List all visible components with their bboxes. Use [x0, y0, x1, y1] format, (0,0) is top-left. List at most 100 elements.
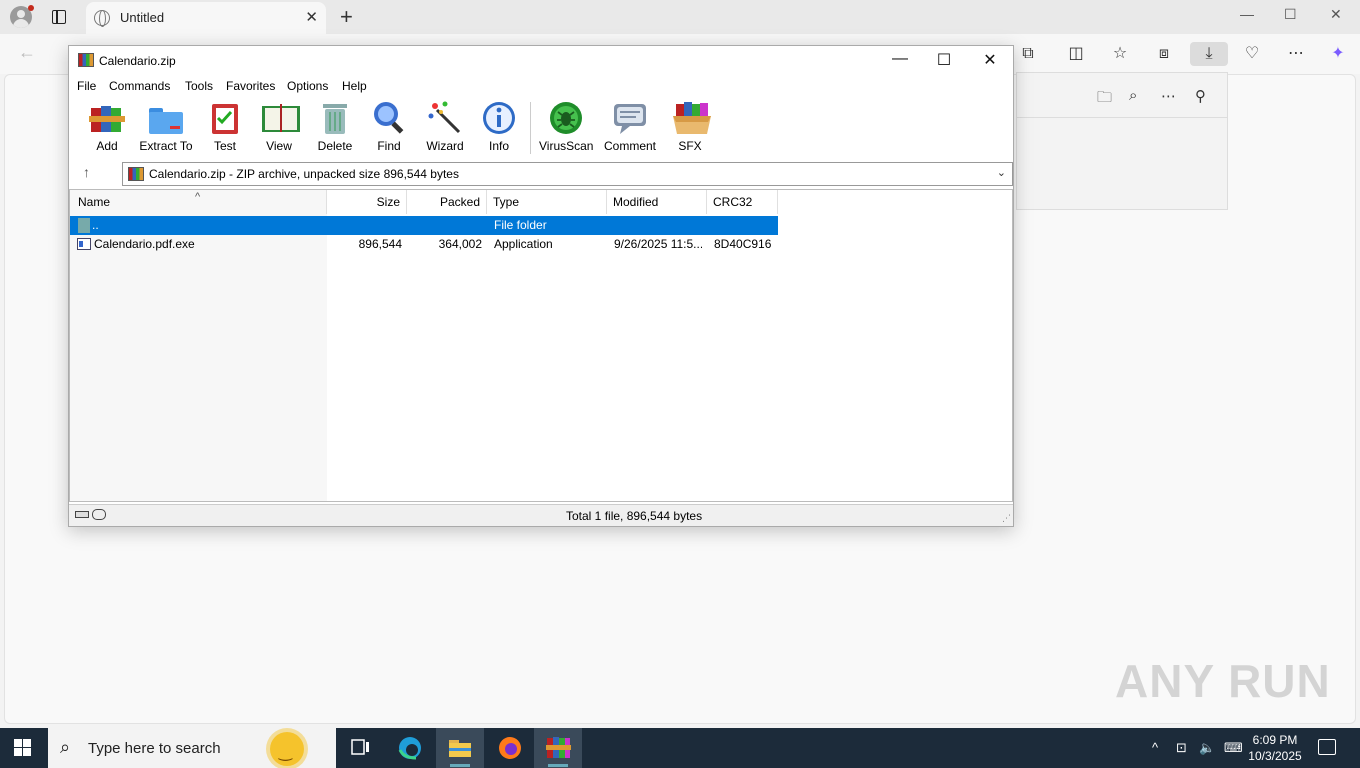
show-hidden-icons-chevron-icon[interactable]: ^	[1152, 740, 1158, 755]
open-folder-icon[interactable]: 🗀	[1097, 87, 1112, 112]
browser-tab[interactable]: Untitled ✕	[86, 2, 326, 34]
start-button[interactable]	[14, 739, 32, 757]
new-tab-button[interactable]: +	[340, 4, 353, 30]
extract-to-button[interactable]: Extract To	[139, 100, 193, 156]
divider	[1017, 117, 1227, 118]
close-button[interactable]: ✕	[967, 50, 1013, 70]
find-button[interactable]: Find	[369, 100, 409, 156]
column-header-size[interactable]: Size	[327, 190, 407, 214]
clock-date: 10/3/2025	[1248, 749, 1302, 763]
file-explorer-taskbar-icon[interactable]	[436, 728, 484, 768]
extensions-icon[interactable]: ⧉	[1016, 42, 1040, 66]
menu-favorites[interactable]: Favorites	[226, 79, 275, 93]
minimize-button[interactable]: —	[1240, 6, 1254, 22]
collections-icon[interactable]: ⧈	[1152, 42, 1176, 66]
tab-actions-icon[interactable]	[52, 10, 66, 24]
winrar-taskbar-icon[interactable]	[534, 728, 582, 768]
browser-essentials-icon[interactable]: ♡	[1240, 42, 1264, 66]
favorites-icon[interactable]: ☆	[1108, 42, 1132, 66]
column-header-name[interactable]: Name ^	[70, 190, 327, 214]
task-view-button[interactable]	[336, 728, 384, 768]
anyrun-watermark: ANY RUN	[1115, 655, 1331, 707]
address-bar: ↑ Calendario.zip - ZIP archive, unpacked…	[69, 161, 1013, 187]
magic-wand-icon	[427, 100, 463, 136]
network-status-icon[interactable]: ⊡	[1176, 740, 1187, 756]
minimize-button[interactable]: —	[877, 50, 923, 68]
search-highlight-sun-icon[interactable]	[270, 732, 304, 766]
add-archive-icon	[89, 100, 125, 136]
system-clock[interactable]: 6:09 PM 10/3/2025	[1248, 732, 1302, 764]
window-title: Calendario.zip	[99, 54, 176, 68]
status-text: Total 1 file, 896,544 bytes	[566, 509, 703, 523]
list-item-parent-folder[interactable]: .. File folder	[70, 216, 778, 235]
path-text: Calendario.zip - ZIP archive, unpacked s…	[149, 167, 459, 181]
browser-tab-strip: Untitled ✕ + — ☐ ✕	[0, 0, 1360, 34]
comment-button[interactable]: Comment	[601, 100, 659, 156]
maximize-button[interactable]: ☐	[921, 50, 967, 70]
list-item-calendario-exe[interactable]: Calendario.pdf.exe 896,544 364,002 Appli…	[70, 235, 778, 254]
toolbar-separator	[530, 102, 531, 154]
column-header-type[interactable]: Type	[487, 190, 607, 214]
up-folder-icon[interactable]: ↑	[83, 164, 90, 180]
delete-button[interactable]: Delete	[315, 100, 355, 156]
column-header-crc32[interactable]: CRC32	[707, 190, 778, 214]
menu-bar: File Commands Tools Favorites Options He…	[69, 76, 1013, 96]
more-icon[interactable]: ⋯	[1161, 87, 1176, 105]
column-header-modified[interactable]: Modified	[607, 190, 707, 214]
close-window-button[interactable]: ✕	[1330, 6, 1342, 23]
file-list: Name ^ Size Packed Type Modified CRC32 .…	[69, 189, 1013, 502]
status-bar: Total 1 file, 896,544 bytes ⋰	[69, 504, 1013, 526]
menu-commands[interactable]: Commands	[109, 79, 170, 93]
test-button[interactable]: Test	[207, 100, 243, 156]
info-icon	[481, 100, 517, 136]
virus-scan-icon	[548, 100, 584, 136]
menu-tools[interactable]: Tools	[185, 79, 213, 93]
input-indicator-icon[interactable]: ⌨	[1224, 740, 1243, 756]
winrar-titlebar: Calendario.zip — ☐ ✕	[69, 46, 1013, 76]
view-button[interactable]: View	[257, 100, 301, 156]
tab-close-icon[interactable]: ✕	[305, 8, 318, 26]
downloads-icon[interactable]: ⤓	[1190, 42, 1228, 66]
application-icon	[77, 238, 91, 250]
notification-center-icon[interactable]	[1318, 739, 1336, 755]
more-icon[interactable]: ⋯	[1284, 42, 1308, 66]
edge-taskbar-icon[interactable]	[386, 728, 434, 768]
menu-options[interactable]: Options	[287, 79, 328, 93]
wizard-button[interactable]: Wizard	[425, 100, 465, 156]
sfx-button[interactable]: SFX	[669, 100, 711, 156]
clock-time: 6:09 PM	[1252, 733, 1298, 747]
copilot-icon[interactable]: ✦	[1326, 42, 1350, 66]
restore-button[interactable]: ☐	[1284, 6, 1297, 23]
winrar-toolbar: Add Extract To Test View Delete Find Wiz…	[69, 98, 1013, 158]
winrar-app-icon	[78, 53, 94, 67]
virusscan-button[interactable]: VirusScan	[539, 100, 593, 156]
firefox-taskbar-icon[interactable]	[486, 728, 534, 768]
sfx-box-icon	[672, 100, 711, 136]
column-header-packed[interactable]: Packed	[407, 190, 487, 214]
magnifier-icon	[371, 100, 407, 136]
add-button[interactable]: Add	[87, 100, 127, 156]
key-icon[interactable]	[92, 509, 106, 520]
test-clipboard-icon	[207, 100, 243, 136]
drive-icon[interactable]	[75, 511, 89, 518]
folder-up-icon	[78, 218, 90, 233]
info-button[interactable]: Info	[479, 100, 519, 156]
menu-help[interactable]: Help	[342, 79, 367, 93]
tab-title: Untitled	[120, 10, 165, 25]
split-screen-icon[interactable]: ◫	[1064, 42, 1088, 66]
volume-icon[interactable]: 🔈	[1199, 740, 1215, 756]
search-icon[interactable]: ⌕	[1129, 87, 1137, 104]
path-combobox[interactable]: Calendario.zip - ZIP archive, unpacked s…	[122, 162, 1013, 186]
comment-icon	[612, 100, 648, 136]
winrar-window: Calendario.zip — ☐ ✕ File Commands Tools…	[68, 45, 1014, 527]
column-header-row: Name ^ Size Packed Type Modified CRC32	[70, 190, 778, 214]
search-placeholder: Type here to search	[88, 740, 221, 757]
resize-grip-icon[interactable]: ⋰	[1002, 513, 1011, 524]
pin-icon[interactable]: ⚲	[1195, 87, 1206, 105]
book-view-icon	[261, 100, 300, 136]
menu-file[interactable]: File	[77, 79, 96, 93]
back-button[interactable]: ←	[18, 42, 36, 63]
folder-extract-icon	[148, 100, 184, 136]
downloads-panel: 🗀 ⌕ ⋯ ⚲	[1016, 72, 1228, 210]
chevron-down-icon[interactable]: ⌄	[997, 166, 1006, 179]
